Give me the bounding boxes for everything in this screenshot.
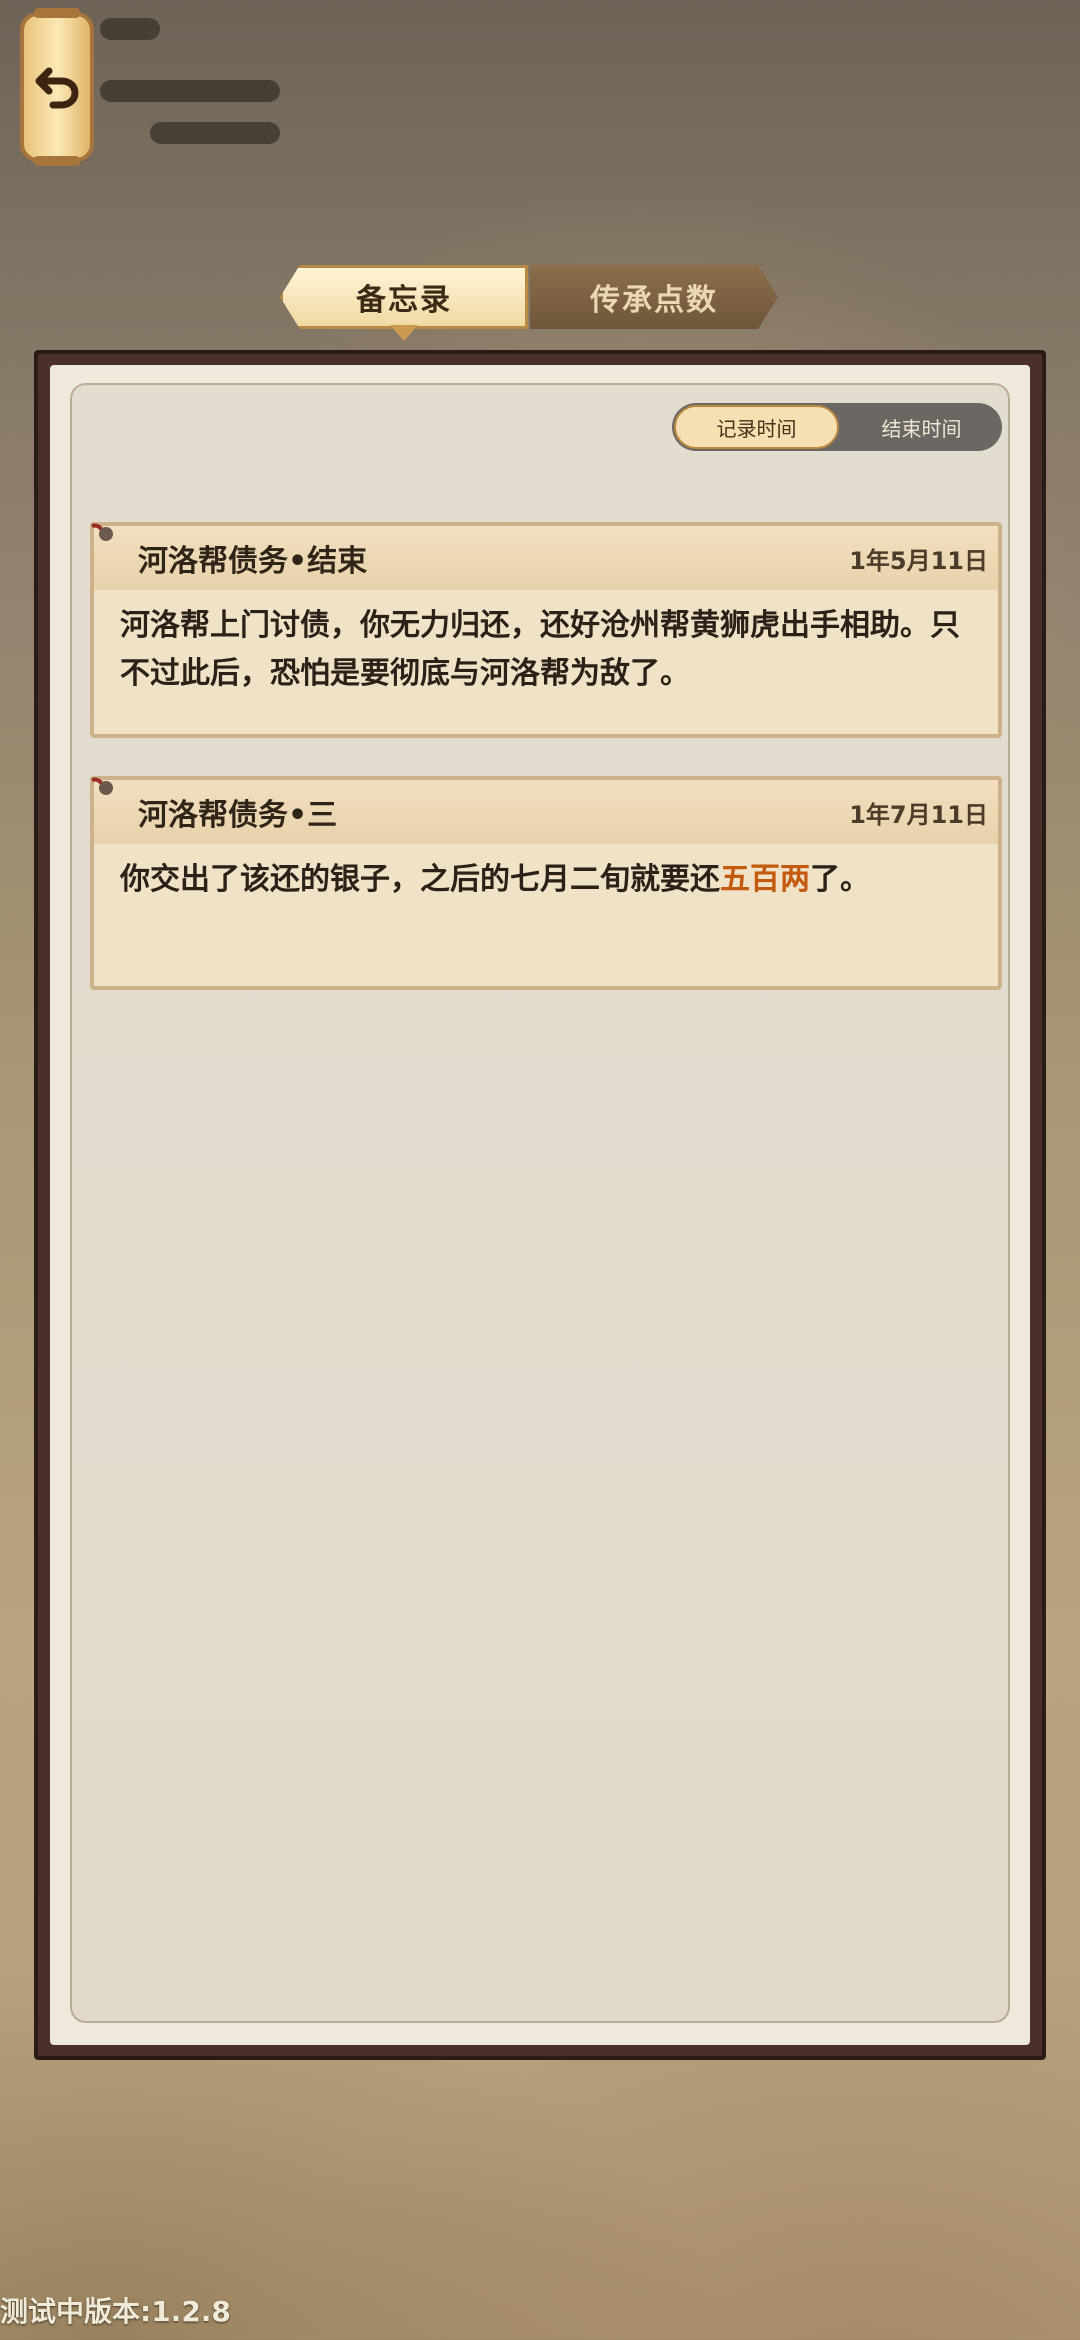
back-button[interactable] [20,8,94,166]
pin-icon [91,523,113,541]
memo-date: 1年7月11日 [849,800,988,829]
memo-card-header: 河洛帮债务•三 1年7月11日 [94,780,998,844]
tab-memo[interactable]: 备忘录 [280,265,528,329]
cloud-decoration [100,18,160,40]
sort-toggle: 记录时间 结束时间 [672,403,1002,451]
memo-body: 你交出了该还的银子，之后的七月二旬就要还五百两了。 [94,844,998,916]
back-arrow-icon [31,59,83,115]
tab-bar: 备忘录 传承点数 [280,265,780,341]
tab-legacy-points[interactable]: 传承点数 [530,265,778,329]
memo-title: 河洛帮债务•三 [138,798,338,833]
memo-body-text: 了。 [810,862,870,897]
memo-date: 1年5月11日 [849,546,988,575]
active-tab-indicator [390,325,418,341]
memo-card[interactable]: 河洛帮债务•三 1年7月11日 你交出了该还的银子，之后的七月二旬就要还五百两了… [90,776,1002,990]
memo-body: 河洛帮上门讨债，你无力归还，还好沧州帮黄狮虎出手相助。只不过此后，恐怕是要彻底与… [120,608,960,691]
pin-icon [91,777,113,795]
sort-by-end-time[interactable]: 结束时间 [841,403,1002,451]
memo-title: 河洛帮债务•结束 [138,544,368,579]
lantern-cap [34,156,80,166]
memo-body-text: 你交出了该还的银子，之后的七月二旬就要还 [120,862,720,897]
lantern-cap [34,8,80,18]
cloud-decoration [100,80,280,102]
version-label: 测试中版本:1.2.8 [0,2295,231,2328]
memo-amount-highlight: 五百两 [720,862,810,897]
cloud-decoration [150,122,280,144]
memo-card-header: 河洛帮债务•结束 1年5月11日 [94,526,998,590]
sort-by-record-time[interactable]: 记录时间 [674,405,839,449]
memo-card[interactable]: 河洛帮债务•结束 1年5月11日 河洛帮上门讨债，你无力归还，还好沧州帮黄狮虎出… [90,522,1002,738]
